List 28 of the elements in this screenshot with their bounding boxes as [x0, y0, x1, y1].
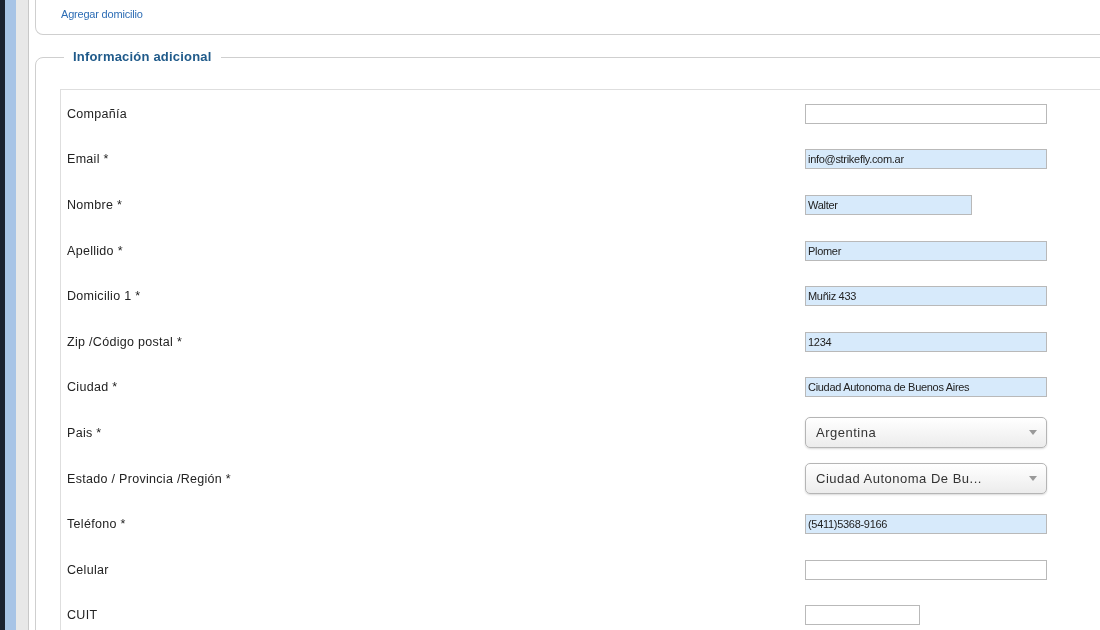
caret-icon — [1029, 430, 1037, 436]
field-label: Celular — [66, 562, 110, 577]
input-field[interactable]: Muñiz 433 — [805, 286, 1047, 307]
input-field[interactable]: (5411)5368-9166 — [805, 514, 1047, 535]
field-label: Ciudad * — [66, 380, 119, 395]
input-field[interactable] — [805, 103, 1047, 124]
input-field[interactable] — [805, 605, 920, 626]
field-label: Domicilio 1 * — [66, 289, 142, 304]
field-label: Zip /Código postal * — [66, 334, 184, 349]
add-address-link[interactable]: Agregar domicilio — [61, 8, 143, 20]
input-field[interactable]: info@strikefly.com.ar — [805, 149, 1047, 170]
field-label: Teléfono * — [66, 517, 127, 532]
input-field[interactable]: Walter — [805, 195, 972, 215]
input-field[interactable] — [805, 559, 1047, 580]
input-field[interactable]: Ciudad Autonoma de Buenos Aires — [805, 377, 1047, 398]
input-field[interactable]: 1234 — [805, 331, 1047, 352]
caret-icon — [1029, 476, 1037, 482]
section-legend: Información adicional — [64, 49, 221, 64]
field-label: Compañía — [66, 106, 129, 121]
field-label: CUIT — [66, 608, 99, 623]
field-label: Email * — [66, 152, 110, 167]
field-label: Nombre * — [66, 198, 124, 212]
field-label: Pais * — [66, 425, 103, 440]
dropdown[interactable]: Ciudad Autonoma De Bu... — [805, 463, 1047, 495]
field-label: Apellido * — [66, 243, 124, 258]
input-field[interactable]: Plomer — [805, 240, 1047, 261]
field-label: Estado / Provincia /Región * — [66, 471, 233, 486]
dropdown[interactable]: Argentina — [805, 417, 1047, 449]
